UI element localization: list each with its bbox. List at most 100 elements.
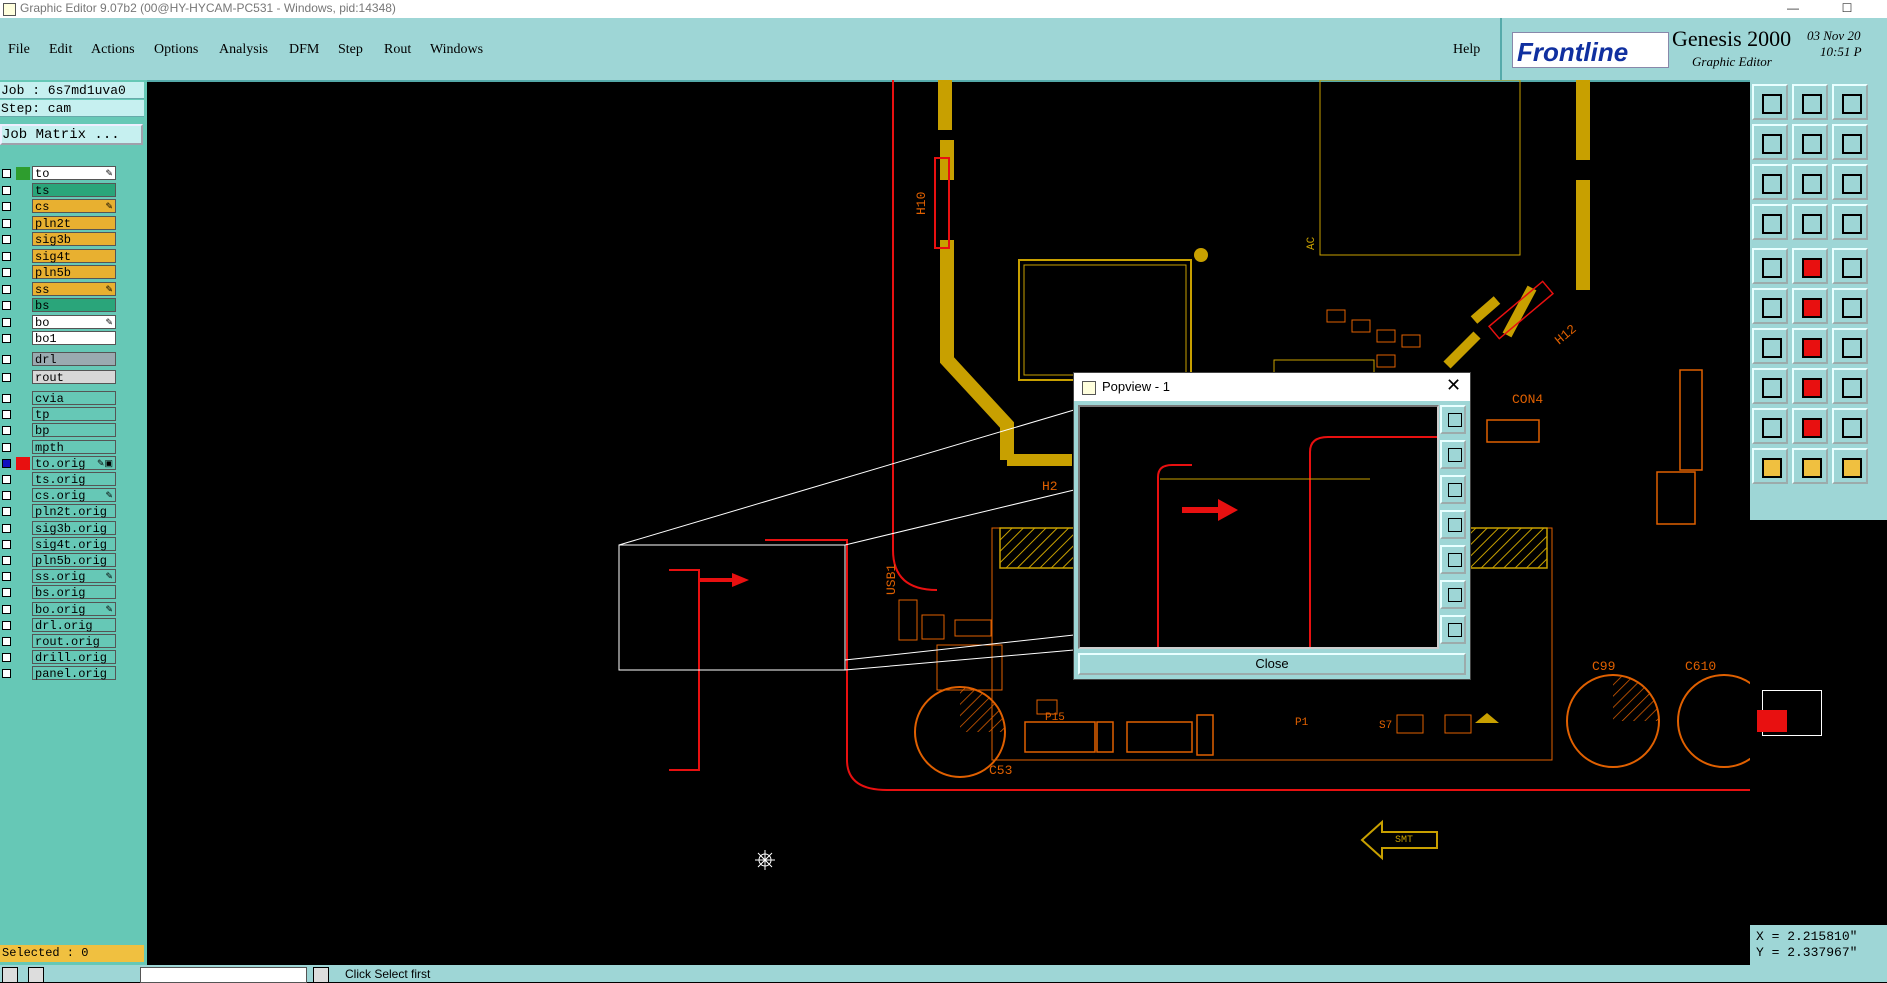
layer-row-cs[interactable]: cs ✎ [0,199,146,214]
layer-checkbox[interactable] [2,251,11,261]
pointer-2-icon[interactable] [1792,448,1828,484]
layer-name[interactable]: to ✎ [32,166,116,181]
layer-name[interactable]: sig4t [32,248,116,264]
layer-name[interactable]: bs [32,298,116,313]
layer-row-bs-orig[interactable]: bs.orig [0,585,146,600]
layer-row-mpth[interactable]: mpth [0,439,146,455]
zoom-next-icon[interactable] [1832,124,1868,160]
layer-checkbox[interactable] [2,442,11,452]
layer-checkbox[interactable] [2,185,11,195]
layer-name[interactable]: bo1 [32,331,116,346]
layer-name[interactable]: cs.orig ✎ [32,488,116,503]
layer-checkbox[interactable] [2,653,11,663]
pointer-3-icon[interactable] [1832,448,1868,484]
layer-checkbox[interactable] [2,637,11,646]
triangle-icon[interactable] [1752,408,1788,444]
layer-row-sig3b-orig[interactable]: sig3b.orig [0,520,146,536]
layer-checkbox[interactable] [2,301,11,310]
layer-row-bo1[interactable]: bo1 [0,331,146,346]
layer-row-cs-orig[interactable]: cs.orig ✎ [0,488,146,503]
zoom-1-2-icon[interactable] [1832,164,1868,200]
home-icon[interactable] [1832,84,1868,120]
add-icon[interactable] [1832,288,1868,324]
popview-tool-7[interactable] [1440,615,1466,644]
layer-row-to-orig[interactable]: to.orig ✎▣ [0,455,146,471]
layer-name[interactable]: pln2t [32,215,116,231]
layer-checkbox[interactable] [2,604,11,614]
layer-name[interactable]: rout [32,370,116,385]
layer-row-ss-orig[interactable]: ss.orig ✎ [0,569,146,584]
measure-icon[interactable] [1792,248,1828,284]
layer-name[interactable]: mpth [32,439,116,455]
layer-row-pln2t[interactable]: pln2t [0,215,146,231]
layer-checkbox[interactable] [2,268,11,277]
layer-checkbox[interactable] [2,620,11,630]
undo-icon[interactable] [1832,328,1868,364]
layer-checkbox[interactable] [2,394,11,403]
layer-checkbox[interactable] [2,317,11,327]
menu-rout[interactable]: Rout [384,42,411,58]
layer-row-sig3b[interactable]: sig3b [0,232,146,247]
layer-name[interactable]: bs.orig [32,585,116,600]
grid-icon[interactable] [1792,204,1828,240]
layer-row-tp[interactable]: tp [0,407,146,422]
zoom-panel-icon[interactable] [1752,204,1788,240]
layer-name[interactable]: bo.orig ✎ [32,601,116,617]
minimize-button[interactable]: — [1775,0,1811,18]
popview-tool-6[interactable] [1440,580,1466,609]
layer-row-sig4t[interactable]: sig4t [0,248,146,264]
layer-name[interactable]: bp [32,423,116,438]
layer-name[interactable]: ts.orig [32,472,116,487]
layer-checkbox[interactable] [2,218,11,228]
popview-tool-4[interactable] [1440,510,1466,539]
layer-row-ts-orig[interactable]: ts.orig [0,472,146,487]
pad-add-icon[interactable] [1752,368,1788,404]
connect-icon[interactable] [1752,288,1788,324]
layer-checkbox[interactable] [2,235,11,244]
zoom-fit-icon[interactable] [1752,124,1788,160]
layer-row-cvia[interactable]: cvia [0,391,146,406]
layer-checkbox[interactable] [2,202,11,211]
layer-checkbox[interactable] [2,475,11,484]
layer-name[interactable]: sig4t.orig [32,536,116,552]
status-icon[interactable] [2,967,18,983]
layer-name[interactable]: tp [32,407,116,422]
zoom-center-icon[interactable] [1792,164,1828,200]
layer-row-bs[interactable]: bs [0,298,146,313]
layer-name[interactable]: bo ✎ [32,314,116,330]
layer-checkbox[interactable] [2,334,11,343]
layer-checkbox[interactable] [2,507,11,517]
layer-checkbox[interactable] [2,588,11,598]
move-icon[interactable] [1832,368,1868,404]
layer-name[interactable]: drill.orig [32,650,116,665]
menu-options[interactable]: Options [154,42,198,58]
layer-row-to[interactable]: to ✎ [0,166,146,181]
menu-analysis[interactable]: Analysis [219,42,268,58]
menu-windows[interactable]: Windows [430,42,483,58]
layer-checkbox[interactable] [2,669,11,679]
line-icon[interactable] [1792,328,1828,364]
layer-checkbox[interactable] [2,556,11,565]
layer-checkbox[interactable] [2,458,11,468]
popview-close-button[interactable]: Close [1078,653,1466,675]
pointer-icon[interactable] [1752,448,1788,484]
layer-row-bp[interactable]: bp [0,423,146,438]
layer-row-pln2t-orig[interactable]: pln2t.orig [0,504,146,519]
layer-checkbox[interactable] [2,572,11,582]
minimap[interactable] [1750,650,1887,760]
layer-name[interactable]: ts [32,182,116,198]
menu-file[interactable]: File [8,42,30,58]
layer-row-drill-orig[interactable]: drill.orig [0,650,146,665]
layer-checkbox[interactable] [2,426,11,436]
zoom-window-icon[interactable] [1752,164,1788,200]
layer-name[interactable]: drl [32,352,116,367]
pcb-canvas[interactable]: H10 H12 H2 CON4 USB1 C53 C99 C610 P15 P1… [147,80,1750,965]
status-icon-2[interactable] [28,967,44,983]
layer-name[interactable]: to.orig ✎▣ [32,455,116,471]
layer-row-rout-orig[interactable]: rout.orig [0,634,146,649]
triangle-3-icon[interactable] [1832,408,1868,444]
layer-row-bo-orig[interactable]: bo.orig ✎ [0,601,146,617]
layer-checkbox[interactable] [2,491,11,501]
layer-name[interactable]: cvia [32,391,116,406]
layer-row-drl[interactable]: drl [0,352,146,367]
